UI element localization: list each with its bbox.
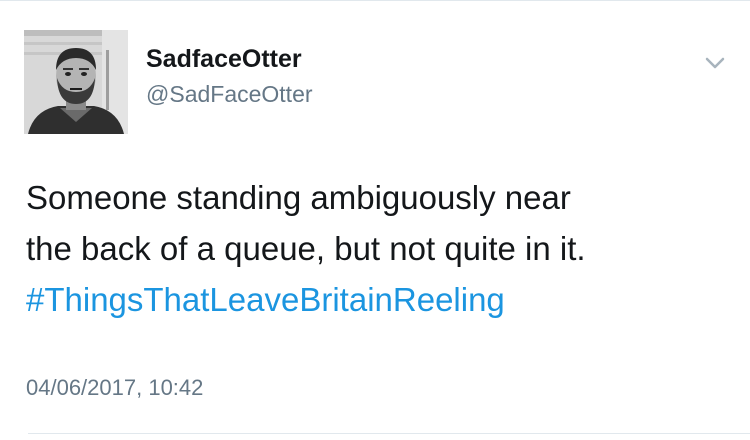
user-handle[interactable]: @SadFaceOtter	[146, 80, 313, 108]
bottom-divider	[28, 433, 750, 434]
author-block: SadfaceOtter @SadFaceOtter	[146, 44, 313, 108]
avatar[interactable]	[24, 30, 128, 134]
tweet-text-line-1: Someone standing ambiguously near	[26, 179, 571, 216]
tweet-card: SadfaceOtter @SadFaceOtter Someone stand…	[0, 0, 750, 440]
tweet-menu-button[interactable]	[700, 48, 730, 78]
display-name[interactable]: SadfaceOtter	[146, 44, 313, 74]
hashtag-link[interactable]: #ThingsThatLeaveBritainReeling	[26, 274, 726, 325]
chevron-down-icon	[705, 57, 725, 69]
tweet-text: Someone standing ambiguously near the ba…	[26, 172, 726, 325]
user-photo-icon	[24, 30, 128, 134]
tweet-text-line-2: the back of a queue, but not quite in it…	[26, 230, 586, 267]
top-divider	[0, 0, 750, 1]
tweet-timestamp[interactable]: 04/06/2017, 10:42	[26, 374, 203, 402]
